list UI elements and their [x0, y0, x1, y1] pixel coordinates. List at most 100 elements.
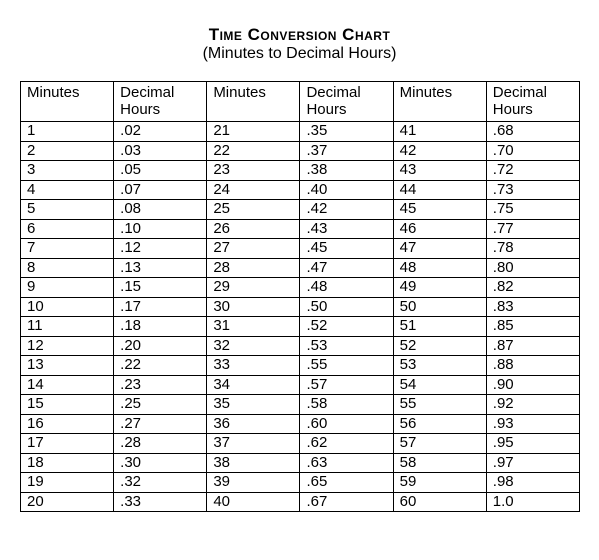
cell-minutes: 52 — [393, 336, 486, 356]
page-title: Time Conversion Chart — [20, 25, 579, 45]
cell-minutes: 22 — [207, 141, 300, 161]
cell-decimal: .92 — [486, 395, 579, 415]
cell-decimal: .10 — [114, 219, 207, 239]
cell-decimal: .98 — [486, 473, 579, 493]
cell-decimal: .48 — [300, 278, 393, 298]
cell-decimal: .07 — [114, 180, 207, 200]
cell-minutes: 10 — [21, 297, 114, 317]
cell-decimal: .28 — [114, 434, 207, 454]
cell-decimal: .63 — [300, 453, 393, 473]
col-header-minutes: Minutes — [207, 82, 300, 122]
col-header-decimal: DecimalHours — [486, 82, 579, 122]
cell-decimal: .65 — [300, 473, 393, 493]
cell-decimal: .72 — [486, 161, 579, 181]
table-row: 9.1529.4849.82 — [21, 278, 580, 298]
cell-minutes: 3 — [21, 161, 114, 181]
cell-minutes: 45 — [393, 200, 486, 220]
cell-decimal: .37 — [300, 141, 393, 161]
cell-minutes: 59 — [393, 473, 486, 493]
cell-minutes: 32 — [207, 336, 300, 356]
table-body: 1.0221.3541.682.0322.3742.703.0523.3843.… — [21, 122, 580, 512]
cell-minutes: 7 — [21, 239, 114, 259]
cell-decimal: .33 — [114, 492, 207, 512]
cell-decimal: .93 — [486, 414, 579, 434]
table-row: 3.0523.3843.72 — [21, 161, 580, 181]
cell-minutes: 5 — [21, 200, 114, 220]
col-header-decimal: DecimalHours — [114, 82, 207, 122]
col-header-minutes: Minutes — [21, 82, 114, 122]
cell-minutes: 48 — [393, 258, 486, 278]
cell-decimal: .82 — [486, 278, 579, 298]
cell-minutes: 34 — [207, 375, 300, 395]
cell-minutes: 11 — [21, 317, 114, 337]
cell-decimal: .75 — [486, 200, 579, 220]
cell-minutes: 31 — [207, 317, 300, 337]
cell-decimal: .03 — [114, 141, 207, 161]
cell-minutes: 35 — [207, 395, 300, 415]
cell-decimal: .77 — [486, 219, 579, 239]
cell-decimal: .13 — [114, 258, 207, 278]
cell-decimal: .83 — [486, 297, 579, 317]
cell-minutes: 51 — [393, 317, 486, 337]
cell-decimal: .47 — [300, 258, 393, 278]
cell-minutes: 20 — [21, 492, 114, 512]
cell-minutes: 58 — [393, 453, 486, 473]
cell-minutes: 19 — [21, 473, 114, 493]
cell-minutes: 27 — [207, 239, 300, 259]
cell-decimal: .27 — [114, 414, 207, 434]
cell-minutes: 8 — [21, 258, 114, 278]
table-row: 1.0221.3541.68 — [21, 122, 580, 142]
cell-decimal: .30 — [114, 453, 207, 473]
cell-decimal: .35 — [300, 122, 393, 142]
cell-minutes: 13 — [21, 356, 114, 376]
cell-decimal: .15 — [114, 278, 207, 298]
cell-decimal: .02 — [114, 122, 207, 142]
cell-minutes: 57 — [393, 434, 486, 454]
cell-minutes: 47 — [393, 239, 486, 259]
cell-minutes: 25 — [207, 200, 300, 220]
cell-minutes: 28 — [207, 258, 300, 278]
cell-decimal: .87 — [486, 336, 579, 356]
cell-decimal: .43 — [300, 219, 393, 239]
cell-minutes: 1 — [21, 122, 114, 142]
cell-decimal: .70 — [486, 141, 579, 161]
cell-decimal: .62 — [300, 434, 393, 454]
table-row: 12.2032.5352.87 — [21, 336, 580, 356]
table-row: 8.1328.4748.80 — [21, 258, 580, 278]
table-row: 2.0322.3742.70 — [21, 141, 580, 161]
cell-minutes: 49 — [393, 278, 486, 298]
cell-decimal: .90 — [486, 375, 579, 395]
cell-decimal: .42 — [300, 200, 393, 220]
table-row: 10.1730.5050.83 — [21, 297, 580, 317]
cell-minutes: 30 — [207, 297, 300, 317]
cell-minutes: 33 — [207, 356, 300, 376]
cell-minutes: 46 — [393, 219, 486, 239]
cell-minutes: 42 — [393, 141, 486, 161]
cell-minutes: 40 — [207, 492, 300, 512]
table-row: 5.0825.4245.75 — [21, 200, 580, 220]
cell-minutes: 29 — [207, 278, 300, 298]
cell-decimal: .88 — [486, 356, 579, 376]
cell-minutes: 37 — [207, 434, 300, 454]
cell-decimal: .50 — [300, 297, 393, 317]
cell-minutes: 6 — [21, 219, 114, 239]
cell-decimal: .55 — [300, 356, 393, 376]
cell-minutes: 36 — [207, 414, 300, 434]
cell-decimal: .52 — [300, 317, 393, 337]
cell-decimal: 1.0 — [486, 492, 579, 512]
cell-decimal: .97 — [486, 453, 579, 473]
cell-decimal: .80 — [486, 258, 579, 278]
cell-decimal: .18 — [114, 317, 207, 337]
cell-decimal: .22 — [114, 356, 207, 376]
cell-minutes: 26 — [207, 219, 300, 239]
cell-minutes: 60 — [393, 492, 486, 512]
table-row: 14.2334.5754.90 — [21, 375, 580, 395]
cell-minutes: 54 — [393, 375, 486, 395]
cell-decimal: .58 — [300, 395, 393, 415]
cell-decimal: .23 — [114, 375, 207, 395]
cell-minutes: 53 — [393, 356, 486, 376]
cell-decimal: .67 — [300, 492, 393, 512]
cell-decimal: .38 — [300, 161, 393, 181]
cell-minutes: 56 — [393, 414, 486, 434]
cell-decimal: .60 — [300, 414, 393, 434]
